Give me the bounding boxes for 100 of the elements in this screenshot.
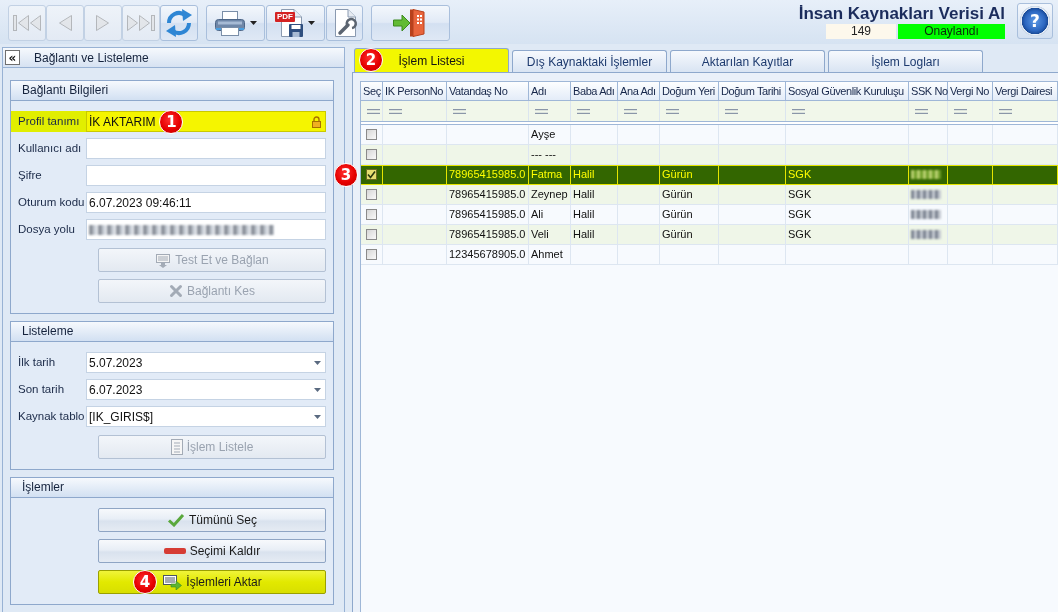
tab[interactable]: Aktarılan Kayıtlar — [670, 50, 825, 72]
caret-icon — [314, 414, 321, 419]
table-cell: 12345678905.0 — [447, 245, 529, 265]
collapse-button[interactable]: « — [5, 50, 20, 65]
exit-button[interactable] — [371, 5, 450, 41]
column-header[interactable]: Baba Adı — [571, 82, 618, 101]
number-badge: 1 — [159, 109, 184, 134]
checkbox[interactable] — [366, 189, 377, 200]
caret-icon — [314, 387, 321, 392]
equals-icon — [725, 108, 738, 114]
column-header[interactable]: Doğum Tarihi — [719, 82, 786, 101]
checkbox[interactable] — [366, 129, 377, 140]
file-type-tag: PDF — [275, 12, 295, 22]
column-header[interactable]: Adı — [529, 82, 571, 101]
text-field[interactable] — [86, 165, 326, 186]
equals-icon — [453, 108, 466, 114]
group-header: Listeleme — [11, 322, 333, 342]
number-badge: 2 — [359, 48, 383, 72]
panel-title: Bağlantı ve Listeleme — [34, 50, 149, 65]
column-header[interactable]: Vergi No — [948, 82, 993, 101]
table-row[interactable]: Ayşe — [361, 125, 1058, 145]
tab[interactable]: Dış Kaynaktaki İşlemler — [512, 50, 667, 72]
skip-to-start-icon — [12, 12, 42, 34]
filter-cell[interactable] — [383, 101, 447, 121]
page-title: İnsan Kaynakları Verisi Al — [798, 3, 1005, 24]
column-header[interactable]: IK PersonNo — [383, 82, 447, 101]
field-label: Son tarih — [17, 382, 66, 397]
export-pdf-button[interactable]: PDF — [266, 5, 325, 41]
column-header[interactable]: SSK No — [909, 82, 948, 101]
group-header: Bağlantı Bilgileri — [11, 81, 333, 101]
print-button[interactable] — [206, 5, 265, 41]
checkbox[interactable] — [366, 209, 377, 220]
equals-icon — [792, 108, 805, 114]
right-triangle-icon — [95, 12, 111, 34]
record-count: 149 — [826, 24, 896, 39]
dropdown-field[interactable]: 6.07.2023 — [86, 379, 326, 400]
cross-icon — [168, 284, 183, 298]
filter-cell[interactable] — [909, 101, 948, 121]
table-cell: Ahmet — [529, 245, 571, 265]
column-header[interactable]: Sosyal Güvenlik Kuruluşu — [786, 82, 909, 101]
transfer-button[interactable]: 4 İşlemleri Aktar — [98, 570, 326, 594]
check-icon — [166, 513, 185, 527]
filter-cell[interactable] — [993, 101, 1058, 121]
skip-to-end-icon — [126, 12, 156, 34]
field-label: Şifre — [17, 168, 43, 183]
equals-icon — [954, 108, 967, 114]
filter-cell[interactable] — [660, 101, 719, 121]
help-button[interactable]: ? — [1017, 3, 1053, 39]
text-field[interactable] — [86, 219, 326, 240]
text-field[interactable] — [86, 138, 326, 159]
table-row[interactable]: 12345678905.0 Ahmet — [361, 245, 1058, 265]
filter-cell[interactable] — [571, 101, 618, 121]
equals-icon — [666, 108, 679, 114]
left-triangle-icon — [57, 12, 73, 34]
equals-icon — [624, 108, 637, 114]
filter-cell[interactable] — [618, 101, 660, 121]
column-header[interactable]: Ana Adı — [618, 82, 660, 101]
table-row[interactable]: 78965415985.0 Ali Halil Gürün SGK — [361, 205, 1058, 225]
filter-cell[interactable] — [361, 101, 383, 121]
table-row[interactable]: 78965415985.0 Zeynep Halil Gürün SGK — [361, 185, 1058, 205]
screen-right-arrow-icon — [162, 574, 183, 590]
filter-cell[interactable] — [786, 101, 909, 121]
tab[interactable]: İşlem Logları — [828, 50, 983, 72]
filter-cell[interactable] — [447, 101, 529, 121]
column-header[interactable]: Doğum Yeri — [660, 82, 719, 101]
table-row[interactable]: 78965415985.0 Veli Halil Gürün SGK — [361, 225, 1058, 245]
column-header[interactable]: Vatandaş No — [447, 82, 529, 101]
list-icon — [170, 439, 183, 455]
dropdown-field[interactable]: [IK_GIRIS$] — [86, 406, 326, 427]
number-badge: 4 — [133, 570, 157, 594]
text-field[interactable]: İK AKTARIM 1 — [86, 111, 326, 132]
group-header: İşlemler — [11, 478, 333, 498]
filter-cell[interactable] — [719, 101, 786, 121]
printer-icon — [214, 10, 246, 36]
checkbox[interactable] — [366, 229, 377, 240]
caret-icon — [314, 360, 321, 365]
checkbox[interactable] — [366, 249, 377, 260]
equals-icon — [367, 108, 380, 114]
dropdown-field[interactable]: 5.07.2023 — [86, 352, 326, 373]
column-header[interactable]: Seç — [361, 82, 383, 101]
screen-down-arrow-icon — [155, 252, 172, 268]
field-label: Dosya yolu — [17, 222, 76, 237]
filter-cell[interactable] — [948, 101, 993, 121]
checkbox[interactable] — [366, 169, 377, 180]
text-field[interactable]: 6.07.2023 09:46:11 — [86, 192, 326, 213]
column-header[interactable]: Vergi Dairesi — [993, 82, 1058, 101]
select-all-button[interactable]: Tümünü Seç — [98, 508, 326, 532]
equals-icon — [389, 108, 402, 114]
checkbox[interactable] — [366, 149, 377, 160]
settings-button[interactable] — [326, 5, 363, 41]
field-label: Profil tanımı — [11, 111, 86, 132]
refresh-button[interactable] — [160, 5, 198, 41]
equals-icon — [577, 108, 590, 114]
minus-icon — [163, 548, 186, 554]
field-label: Kullanıcı adı — [17, 141, 83, 156]
tab[interactable]: 2 İşlem Listesi — [354, 48, 509, 72]
clear-selection-button[interactable]: Seçimi Kaldır — [98, 539, 326, 563]
equals-icon — [999, 108, 1012, 114]
table-row[interactable]: --- --- — [361, 145, 1058, 165]
filter-cell[interactable] — [529, 101, 571, 121]
